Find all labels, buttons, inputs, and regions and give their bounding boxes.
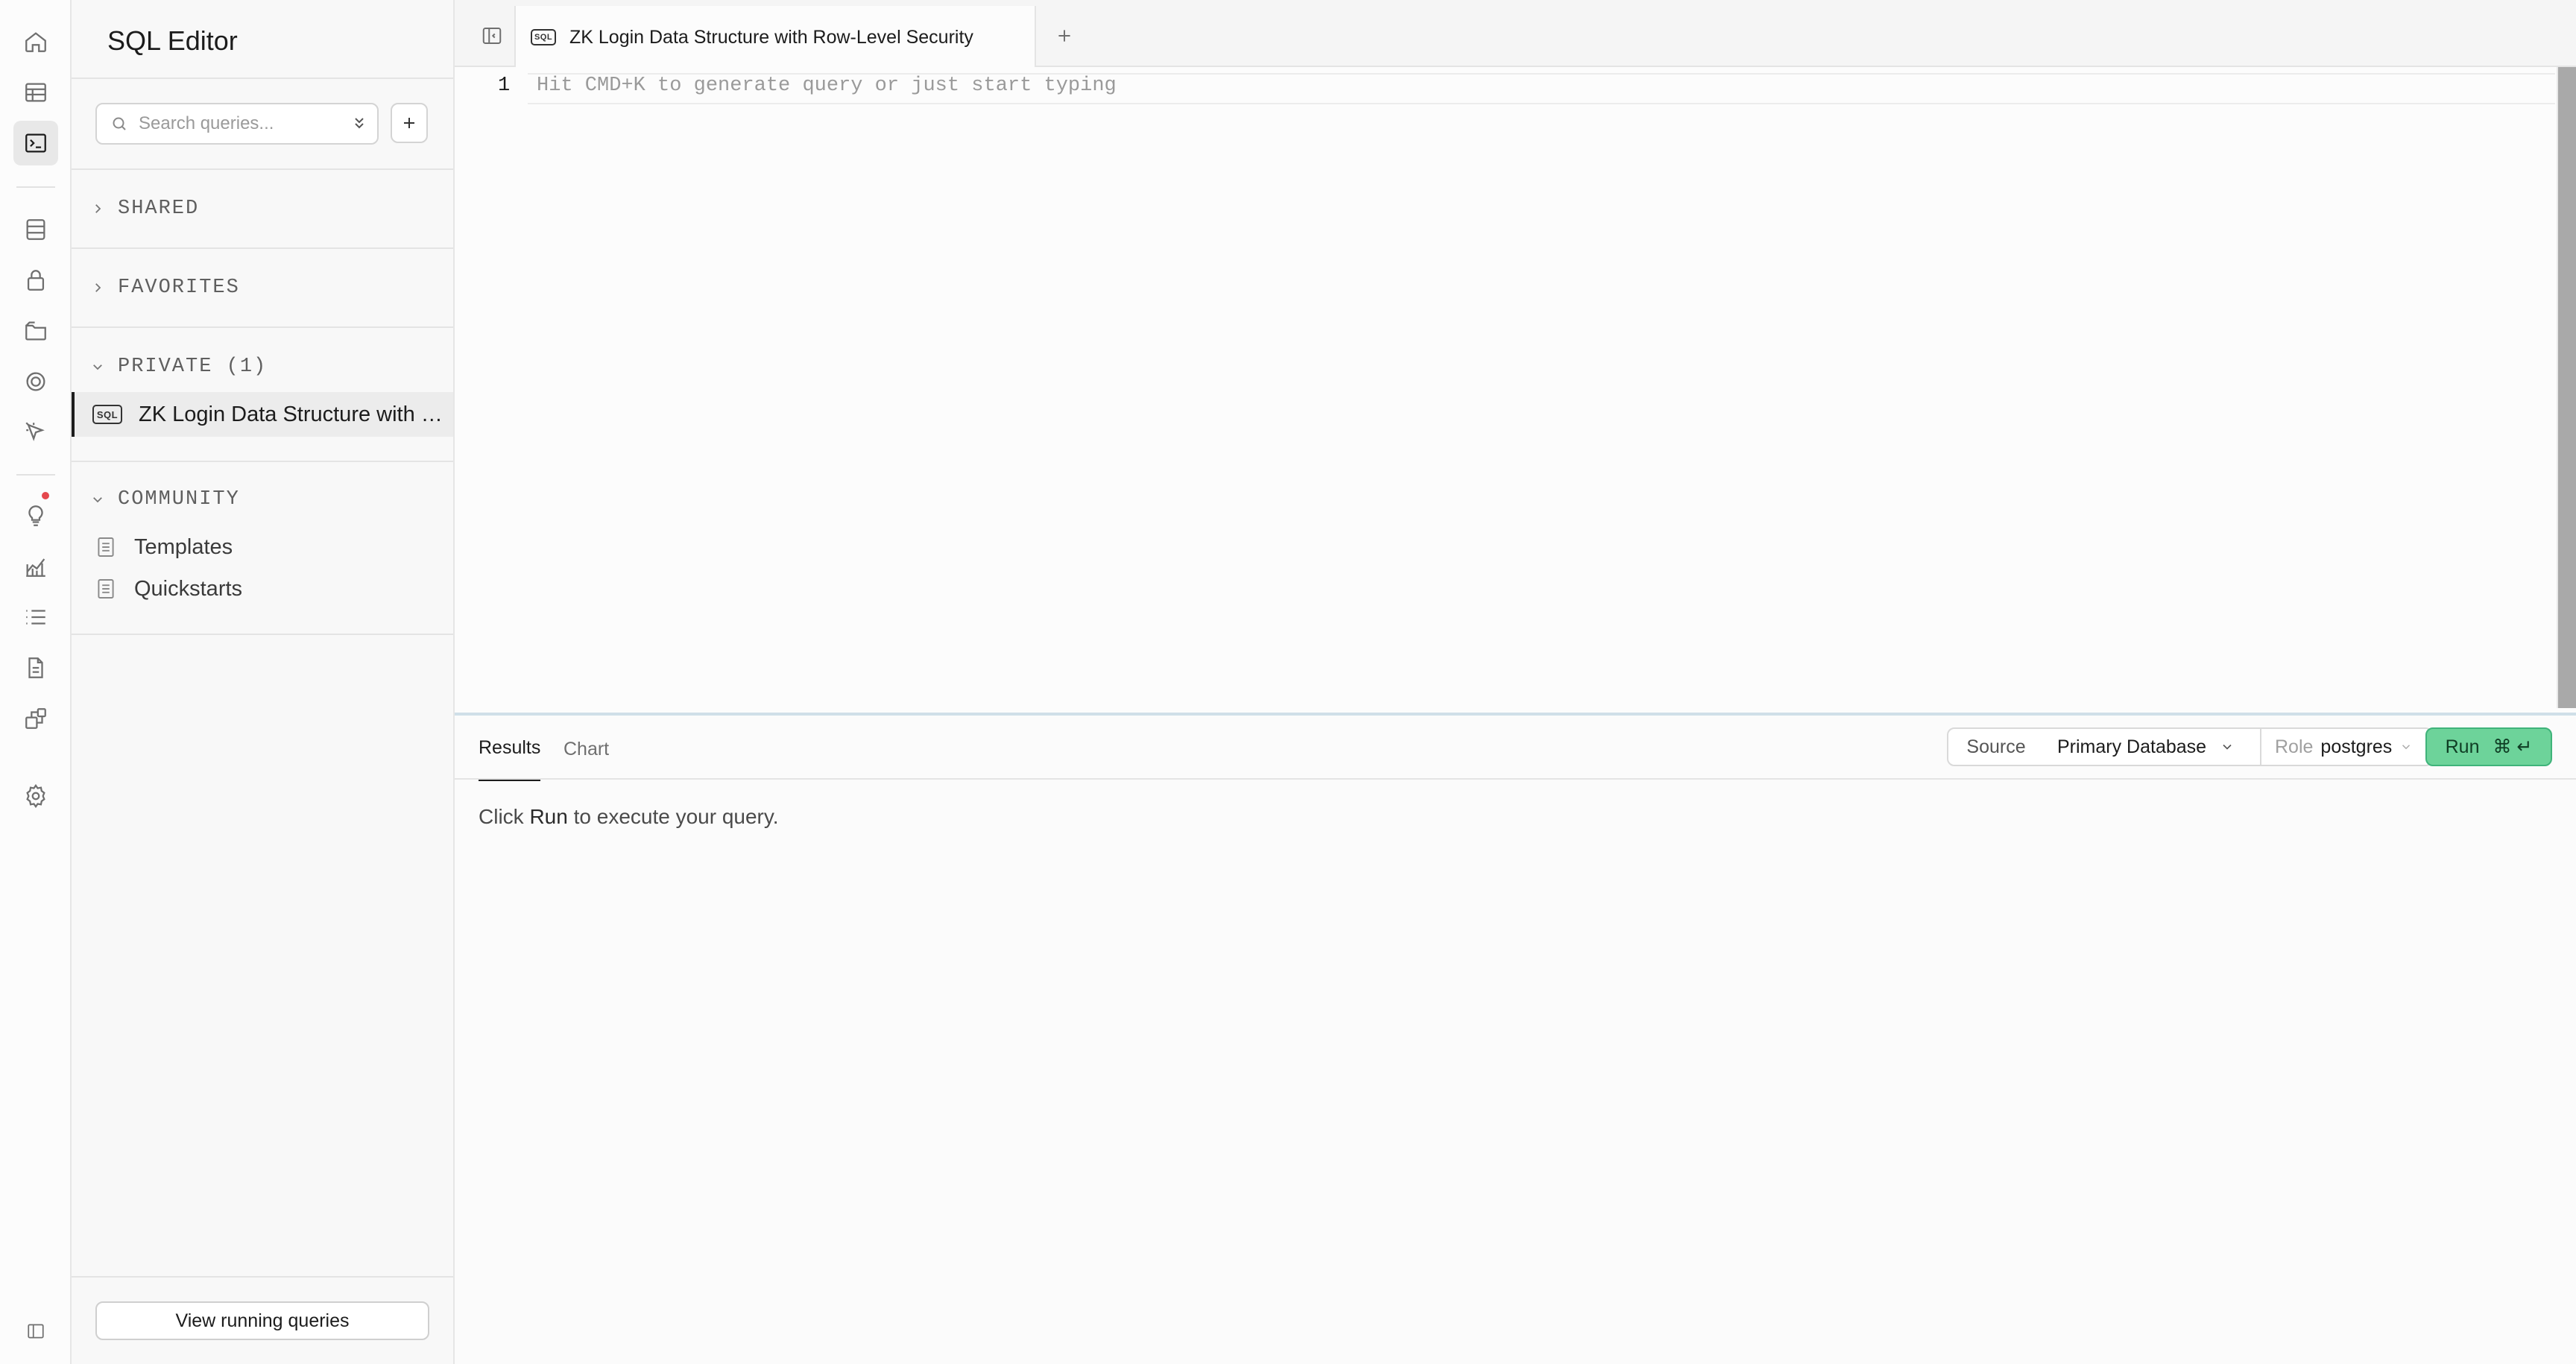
- tab-results[interactable]: Results: [479, 720, 541, 781]
- role-select[interactable]: Role postgres: [2260, 727, 2433, 766]
- divider: [72, 326, 453, 328]
- empty-state-hint: Click Run to execute your query.: [479, 805, 779, 829]
- chevrons-icon[interactable]: [350, 115, 368, 133]
- divider: [455, 778, 2576, 780]
- section-favorites[interactable]: FAVORITES: [91, 271, 240, 304]
- chevron-right-icon: [95, 204, 101, 213]
- reports-icon[interactable]: [13, 544, 58, 589]
- editor-placeholder[interactable]: Hit CMD+K to generate query or just star…: [537, 75, 1117, 97]
- tab-chart[interactable]: Chart: [564, 733, 609, 765]
- sql-file-icon: SQL: [531, 29, 556, 45]
- rail-divider: [16, 186, 55, 188]
- tab-query[interactable]: SQL ZK Login Data Structure with Row-Lev…: [514, 6, 1036, 69]
- document-icon: [98, 537, 114, 557]
- table-editor-icon[interactable]: [13, 70, 58, 115]
- divider: [72, 461, 453, 462]
- scrollbar-thumb[interactable]: [2558, 67, 2576, 708]
- chevron-down-icon: [93, 364, 102, 370]
- database-icon[interactable]: [13, 207, 58, 252]
- hint-prefix: Click: [479, 805, 524, 828]
- section-label: COMMUNITY: [118, 488, 240, 511]
- chevron-down-icon: [2223, 744, 2232, 750]
- docs-icon[interactable]: [13, 645, 58, 690]
- role-value: postgres: [2320, 736, 2393, 757]
- chevron-right-icon: [95, 283, 101, 292]
- hint-run: Run: [529, 805, 568, 828]
- settings-icon[interactable]: [13, 774, 58, 818]
- home-icon[interactable]: [13, 19, 58, 64]
- section-label: FAVORITES: [118, 277, 240, 299]
- divider: [72, 1276, 453, 1278]
- notification-badge: [40, 490, 51, 501]
- run-label: Run: [2445, 736, 2480, 757]
- search-input[interactable]: [139, 113, 340, 134]
- run-button[interactable]: Run ⌘ ↵: [2425, 727, 2552, 766]
- rail-divider: [16, 474, 55, 476]
- section-label: PRIVATE (1): [118, 356, 268, 378]
- new-tab-plus-icon[interactable]: [1049, 21, 1079, 51]
- chevron-down-icon: [93, 497, 102, 503]
- plus-icon: [404, 118, 414, 128]
- role-label: Role: [2275, 736, 2314, 757]
- community-item-label: Templates: [134, 534, 233, 559]
- community-item-quickstarts[interactable]: Quickstarts: [97, 572, 242, 605]
- search-box[interactable]: [95, 103, 379, 145]
- divider: [72, 247, 453, 249]
- edge-functions-icon[interactable]: [13, 410, 58, 455]
- tab-title: ZK Login Data Structure with Row-Level S…: [569, 26, 973, 48]
- section-label: SHARED: [118, 198, 200, 220]
- editor-tabbar: SQL ZK Login Data Structure with Row-Lev…: [455, 0, 2576, 69]
- new-query-button[interactable]: [391, 103, 428, 143]
- query-item[interactable]: SQL ZK Login Data Structure with Row-Lev…: [72, 392, 453, 437]
- divider: [72, 634, 453, 635]
- document-icon: [98, 579, 114, 599]
- logs-icon[interactable]: [13, 595, 58, 640]
- collapse-icon[interactable]: [13, 1309, 58, 1354]
- sql-editor-icon[interactable]: [13, 121, 58, 165]
- divider: [72, 78, 453, 79]
- code-editor[interactable]: 1 Hit CMD+K to generate query or just st…: [455, 67, 2576, 714]
- sql-editor-sidebar: SQL Editor SHARED FAVORITES PRIVATE (1) …: [72, 0, 455, 1364]
- hint-suffix: to execute your query.: [573, 805, 779, 828]
- section-private[interactable]: PRIVATE (1): [91, 350, 267, 383]
- integrations-icon[interactable]: [13, 696, 58, 741]
- sidebar-toggle-icon[interactable]: [470, 21, 514, 51]
- realtime-icon[interactable]: [13, 359, 58, 404]
- advisors-icon[interactable]: [13, 490, 58, 538]
- chevron-down-icon: [2402, 745, 2411, 750]
- view-running-queries-button[interactable]: View running queries: [95, 1301, 429, 1340]
- auth-icon[interactable]: [13, 258, 58, 303]
- sidebar-title: SQL Editor: [107, 25, 238, 56]
- database-value: Primary Database: [2057, 736, 2207, 757]
- storage-icon[interactable]: [13, 309, 58, 353]
- sql-file-icon: SQL: [92, 405, 122, 424]
- section-community[interactable]: COMMUNITY: [91, 483, 240, 516]
- source-label: Source: [1947, 727, 2045, 766]
- run-shortcut: ⌘ ↵: [2493, 736, 2533, 757]
- icon-rail: [0, 0, 72, 1364]
- line-number: 1: [498, 75, 511, 97]
- community-item-templates[interactable]: Templates: [97, 531, 233, 563]
- results-panel: Results Chart Source Primary Database Ro…: [455, 716, 2576, 1364]
- divider: [72, 168, 453, 170]
- section-shared[interactable]: SHARED: [91, 192, 199, 225]
- search-icon: [113, 117, 126, 130]
- community-item-label: Quickstarts: [134, 576, 243, 601]
- query-item-label: ZK Login Data Structure with Row-Level S…: [139, 402, 452, 426]
- database-select[interactable]: Primary Database: [2044, 727, 2261, 766]
